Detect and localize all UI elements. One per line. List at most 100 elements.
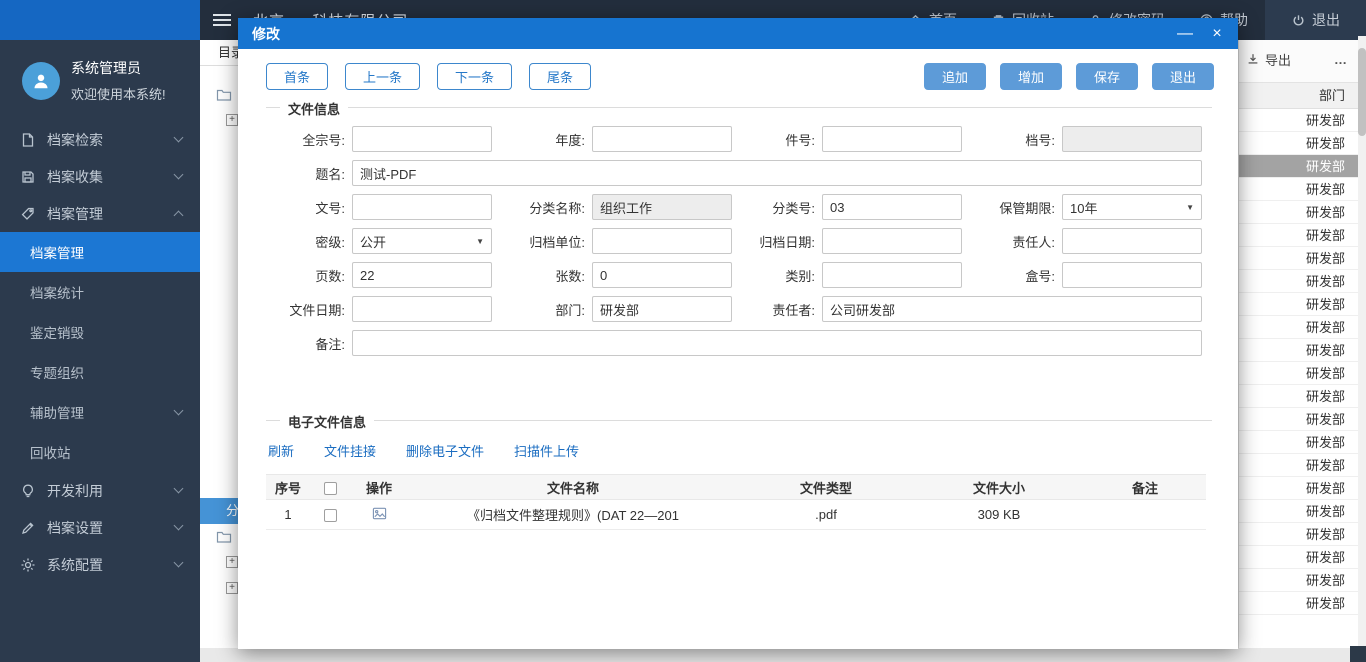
table-row[interactable]: 研发部 [1239, 109, 1358, 132]
table-row[interactable]: 研发部 [1239, 132, 1358, 155]
sidebar-item-archive-settings[interactable]: 档案设置 [0, 509, 200, 546]
archive-no-field[interactable] [1062, 126, 1202, 152]
table-row[interactable]: 研发部 [1239, 546, 1358, 569]
efile-row-remark [1084, 499, 1206, 530]
sidebar-item-label: 档案收集 [47, 168, 103, 185]
table-row[interactable]: 研发部 [1239, 316, 1358, 339]
file-date-field[interactable] [352, 296, 492, 322]
next-record-button[interactable]: 下一条 [437, 63, 513, 90]
sidebar-subitem-archive-manage[interactable]: 档案管理 [0, 232, 200, 272]
sidebar-subitem-recycle-bin[interactable]: 回收站 [0, 432, 200, 472]
retention-period-select[interactable]: 10年 ▼ [1062, 194, 1202, 220]
sidebar-subitem-archive-stats[interactable]: 档案统计 [0, 272, 200, 312]
folder-icon[interactable] [216, 88, 232, 102]
department-field[interactable] [592, 296, 732, 322]
responsible-person-field[interactable] [1062, 228, 1202, 254]
table-row[interactable]: 研发部 [1239, 293, 1358, 316]
fonds-no-field[interactable] [352, 126, 492, 152]
scrollbar-thumb[interactable] [1358, 48, 1366, 136]
append-button[interactable]: 追加 [923, 63, 986, 90]
table-row[interactable]: 研发部 [1239, 247, 1358, 270]
close-button[interactable]: × [1208, 25, 1226, 43]
year-field[interactable] [592, 126, 732, 152]
column-header-department[interactable]: 部门 [1239, 83, 1358, 109]
row-checkbox[interactable] [323, 509, 337, 523]
table-row[interactable]: 研发部 [1239, 431, 1358, 454]
save-button[interactable]: 保存 [1075, 63, 1138, 90]
table-row[interactable]: 研发部 [1239, 224, 1358, 247]
vertical-scrollbar[interactable] [1358, 36, 1366, 648]
author-label: 责任者: [772, 302, 815, 318]
efile-table: 序号 操作 文件名称 文件类型 文件大小 备注 1 《归档文件整理规则》(DAT… [266, 474, 1206, 530]
tree-expander-icon[interactable]: + [226, 556, 238, 568]
table-row[interactable]: 研发部 [1239, 270, 1358, 293]
table-row[interactable]: 研发部 [1239, 523, 1358, 546]
delete-efile-link[interactable]: 删除电子文件 [406, 441, 484, 460]
author-field[interactable] [822, 296, 1202, 322]
sidebar-item-develop-use[interactable]: 开发利用 [0, 472, 200, 509]
file-info-legend: 文件信息 [280, 99, 349, 118]
sidebar-subitem-appraise-destroy[interactable]: 鉴定销毁 [0, 312, 200, 352]
more-options-button[interactable]: … [1334, 52, 1348, 67]
category-name-field[interactable] [592, 194, 732, 220]
tree-expander-icon[interactable]: + [226, 114, 238, 126]
tree-expander-icon[interactable]: + [226, 582, 238, 594]
table-row[interactable]: 研发部 [1239, 362, 1358, 385]
first-record-button[interactable]: 首条 [266, 63, 329, 90]
archive-date-field[interactable] [822, 228, 962, 254]
select-all-checkbox[interactable] [323, 481, 337, 495]
file-info-group: 文件信息 全宗号: 年度: 件号: 档号: 题名: 文号: 分类名称: 分类号: 保管期限: 10… [266, 99, 1212, 356]
table-row[interactable]: 研发部 [1239, 339, 1358, 362]
export-button[interactable]: 导出 [1246, 50, 1291, 69]
title-label: 题名: [315, 166, 345, 182]
refresh-link[interactable]: 刷新 [268, 441, 294, 460]
sheet-count-field[interactable] [592, 262, 732, 288]
last-record-button[interactable]: 尾条 [529, 63, 592, 90]
table-row[interactable]: 研发部 [1239, 385, 1358, 408]
menu-toggle-icon[interactable] [213, 14, 231, 26]
table-row[interactable]: 研发部 [1239, 477, 1358, 500]
sidebar-item-archive-search[interactable]: 档案检索 [0, 121, 200, 158]
folder-icon[interactable] [216, 530, 232, 544]
archive-collect-icon [20, 169, 36, 185]
archive-manage-icon [20, 206, 36, 222]
table-row[interactable]: 研发部 [1239, 454, 1358, 477]
prev-record-button[interactable]: 上一条 [345, 63, 421, 90]
sidebar-item-system-config[interactable]: 系统配置 [0, 546, 200, 583]
sidebar-item-archive-collect[interactable]: 档案收集 [0, 158, 200, 195]
table-row[interactable]: 研发部 [1239, 500, 1358, 523]
doc-no-field[interactable] [352, 194, 492, 220]
sidebar-subitem-label: 回收站 [30, 446, 71, 461]
attach-file-link[interactable]: 文件挂接 [324, 441, 376, 460]
page-count-field[interactable] [352, 262, 492, 288]
category-no-field[interactable] [822, 194, 962, 220]
dialog-titlebar[interactable]: 修改 — × [238, 18, 1238, 49]
archive-unit-field[interactable] [592, 228, 732, 254]
sidebar-item-archive-manage[interactable]: 档案管理 [0, 195, 200, 232]
table-row[interactable]: 研发部 [1239, 155, 1358, 178]
sidebar-item-label: 档案管理 [47, 205, 103, 222]
exit-button[interactable]: 退出 [1151, 63, 1214, 90]
add-button[interactable]: 增加 [999, 63, 1062, 90]
scan-upload-link[interactable]: 扫描件上传 [514, 441, 579, 460]
table-row[interactable]: 研发部 [1239, 408, 1358, 431]
minimize-button[interactable]: — [1176, 25, 1194, 43]
category-field[interactable] [822, 262, 962, 288]
efile-row[interactable]: 1 《归档文件整理规则》(DAT 22—201 .pdf 309 KB [266, 499, 1206, 530]
sidebar-subitem-auxiliary-manage[interactable]: 辅助管理 [0, 392, 200, 432]
sidebar-subitem-special-topic[interactable]: 专题组织 [0, 352, 200, 392]
title-field[interactable] [352, 160, 1202, 186]
file-preview-icon[interactable] [372, 506, 387, 521]
table-row[interactable]: 研发部 [1239, 178, 1358, 201]
table-row[interactable]: 研发部 [1239, 592, 1358, 615]
security-level-select[interactable]: 公开 ▼ [352, 228, 492, 254]
item-no-field[interactable] [822, 126, 962, 152]
results-table-panel: 导出 … 部门 研发部 研发部 研发部 研发部 研发部 研发部 研发部 研发部 研发部 研发部 研发… [1238, 36, 1358, 648]
table-row[interactable]: 研发部 [1239, 201, 1358, 224]
department-label: 部门: [555, 302, 585, 318]
remark-field[interactable] [352, 330, 1202, 356]
topbar-item-logout[interactable]: 退出 [1265, 0, 1366, 40]
box-no-field[interactable] [1062, 262, 1202, 288]
dropdown-caret-icon: ▼ [1186, 202, 1194, 212]
table-row[interactable]: 研发部 [1239, 569, 1358, 592]
